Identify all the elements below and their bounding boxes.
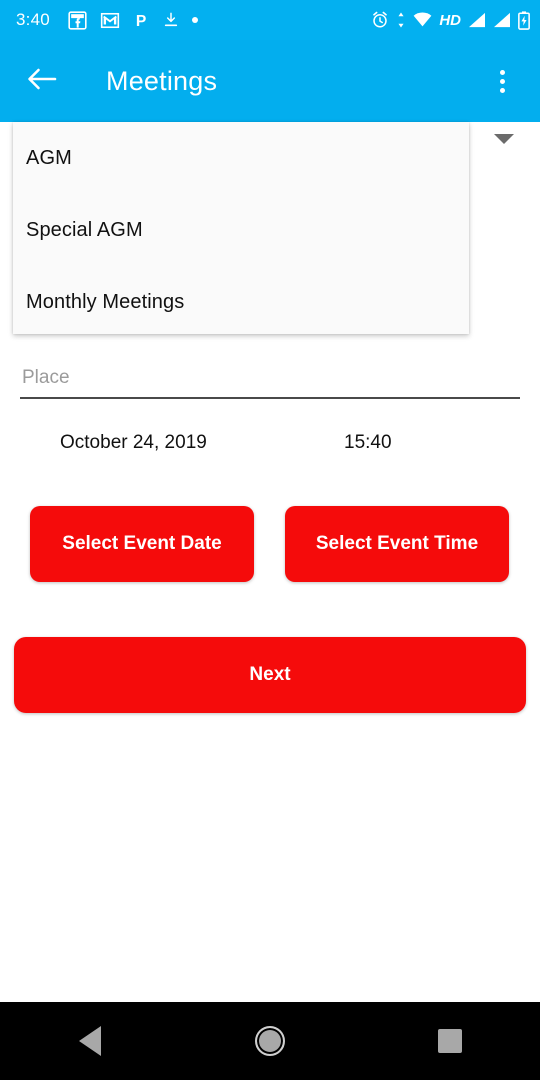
dropdown-item-label: Special AGM (26, 218, 143, 241)
status-time: 3:40 (16, 10, 50, 29)
dropdown-item-label: AGM (26, 146, 72, 169)
dropdown-item-special-agm[interactable]: Special AGM (13, 194, 469, 266)
dropdown-item-agm[interactable]: AGM (13, 122, 469, 194)
nav-home-button[interactable] (225, 1002, 315, 1080)
alarm-icon (371, 11, 389, 29)
nav-back-button[interactable] (45, 1002, 135, 1080)
overflow-menu-button[interactable] (478, 57, 526, 105)
battery-charging-icon (518, 10, 530, 30)
next-button[interactable]: Next (14, 637, 526, 713)
dot-icon (191, 17, 198, 23)
back-button[interactable] (14, 53, 70, 109)
place-input[interactable] (20, 367, 520, 397)
wifi-icon (413, 12, 432, 28)
select-event-date-button[interactable]: Select Event Date (30, 506, 254, 582)
more-vertical-icon-dot-1 (499, 69, 505, 75)
event-time-value: 15:40 (344, 432, 392, 453)
signal-icon-1 (468, 12, 486, 28)
svg-text:P: P (136, 13, 146, 30)
hd-icon: HD (439, 11, 461, 29)
chevron-down-icon[interactable] (494, 134, 514, 144)
pinterest-icon: P (133, 11, 150, 30)
dropdown-item-label: Monthly Meetings (26, 290, 185, 313)
facebook-icon (68, 10, 87, 30)
more-vertical-icon-dot-3 (499, 87, 505, 93)
dropdown-item-monthly-meetings[interactable]: Monthly Meetings (13, 266, 469, 334)
meeting-type-dropdown-list[interactable]: AGM Special AGM Monthly Meetings (13, 122, 469, 334)
main-content: AGM Special AGM Monthly Meetings October… (0, 122, 540, 1002)
signal-icon-2 (493, 12, 511, 28)
nav-recents-button[interactable] (405, 1002, 495, 1080)
place-input-underline (20, 397, 520, 399)
app-bar: Meetings (0, 40, 540, 122)
arrow-back-icon (27, 66, 57, 97)
page-title: Meetings (106, 65, 218, 96)
more-vertical-icon-dot-2 (499, 78, 505, 84)
select-event-time-button[interactable]: Select Event Time (285, 506, 509, 582)
status-bar: 3:40 P HD (0, 0, 540, 40)
gmail-icon (100, 11, 120, 30)
status-left-icon-group: P (68, 10, 198, 30)
nav-recents-icon (438, 1029, 462, 1053)
status-right-icon-group: HD (371, 10, 530, 30)
place-field (20, 367, 520, 399)
download-icon (163, 11, 179, 29)
nav-home-icon (255, 1026, 285, 1056)
event-datetime-row: October 24, 2019 15:40 (0, 432, 540, 462)
data-transfer-icon (396, 11, 406, 29)
nav-back-icon (79, 1026, 101, 1056)
event-date-value: October 24, 2019 (60, 432, 207, 453)
android-navigation-bar (0, 1002, 540, 1080)
